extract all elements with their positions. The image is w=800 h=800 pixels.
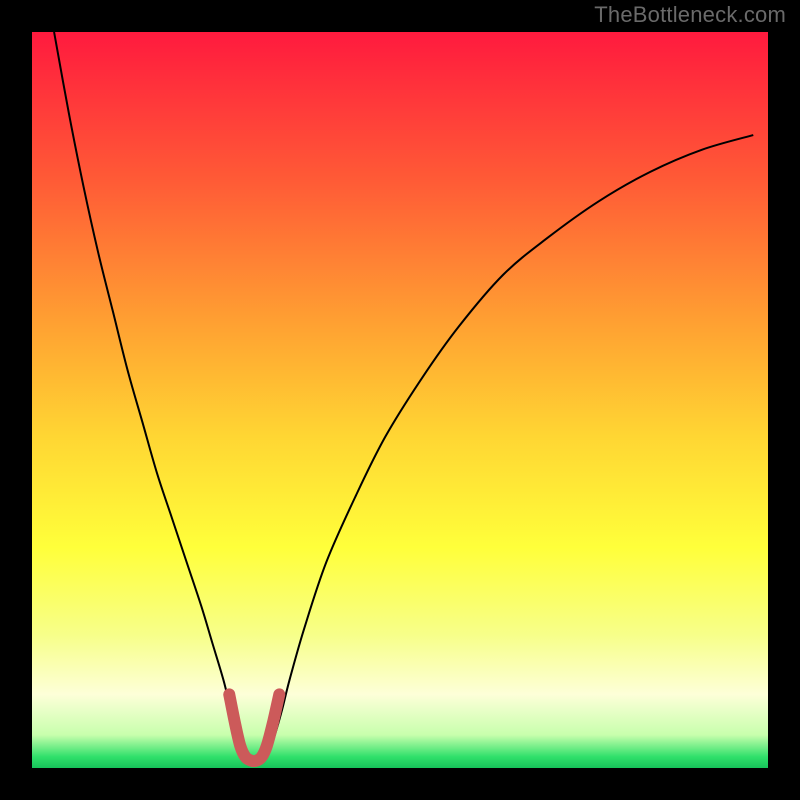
chart-canvas — [0, 0, 800, 800]
chart-background — [32, 32, 768, 768]
outer-frame: TheBottleneck.com — [0, 0, 800, 800]
watermark-text: TheBottleneck.com — [594, 2, 786, 28]
